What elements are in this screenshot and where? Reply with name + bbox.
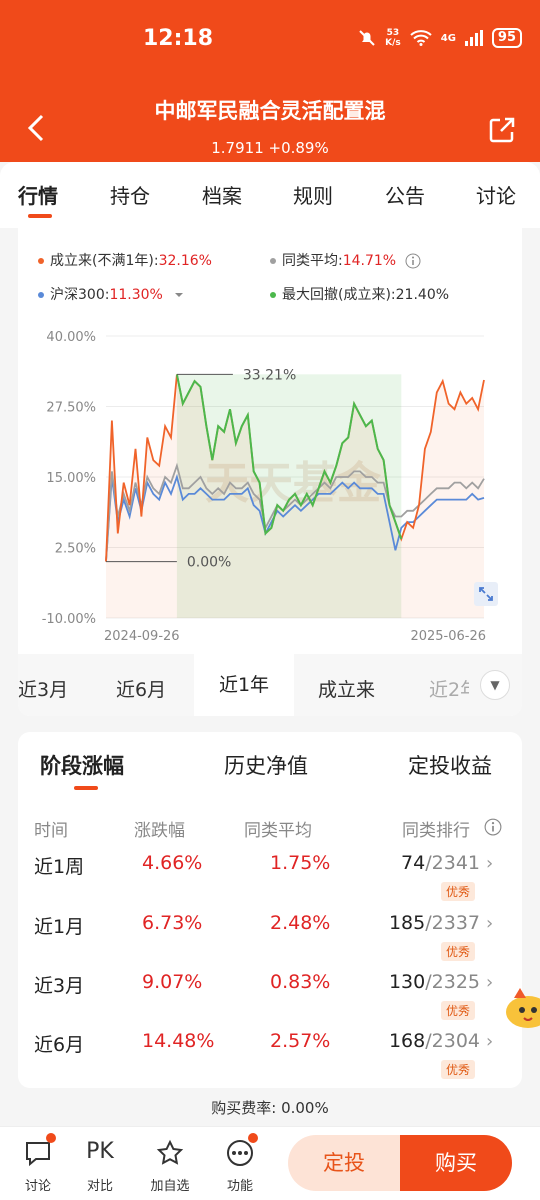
status-icons: 53 K/s 4G 95	[358, 28, 522, 48]
col-rank: 同类排行	[402, 821, 470, 841]
period-1y[interactable]: 近1年	[194, 654, 294, 716]
row-rank: 74/2341	[401, 852, 480, 874]
row-change: 6.73%	[142, 912, 203, 934]
fund-nav: 1.7911 +0.89%	[211, 139, 329, 157]
y-tick-label: 15.00%	[46, 471, 96, 486]
fund-title: 中邮军民融合灵活配置混	[154, 99, 386, 123]
period-6m[interactable]: 近6月	[116, 675, 166, 702]
signal-icon	[464, 30, 483, 46]
chevron-right-icon: ›	[486, 913, 494, 934]
row-average: 1.75%	[270, 852, 331, 874]
add-watchlist-button[interactable]: 加自选	[140, 1127, 200, 1197]
tab-stage-returns[interactable]: 阶段涨幅	[40, 750, 124, 780]
y-tick-label: 2.50%	[55, 542, 96, 557]
row-period: 近6月	[34, 1034, 85, 1056]
tab-notices[interactable]: 公告	[385, 180, 425, 209]
row-period: 近1月	[34, 916, 85, 938]
tab-indicator	[28, 214, 52, 218]
col-average: 同类平均	[244, 821, 312, 841]
star-icon	[156, 1139, 184, 1165]
annotation-max: 33.21%	[243, 367, 296, 383]
comment-icon	[26, 1142, 50, 1167]
mascot-icon[interactable]	[504, 984, 540, 1030]
performance-card: 阶段涨幅 历史净值 定投收益 时间 涨跌幅 同类平均 同类排行 近1周 4.66%…	[18, 732, 522, 1088]
rank-badge: 优秀	[441, 882, 476, 901]
tab-rules[interactable]: 规则	[293, 180, 333, 209]
header: 12:18 53 K/s 4G 95 中邮军民融合灵活配置混 1.7911 +0.…	[0, 0, 540, 162]
info-icon[interactable]	[484, 818, 502, 836]
main-tabs: 行情 持仓 档案 规则 公告 讨论	[0, 162, 540, 228]
rank-badge: 优秀	[441, 942, 476, 961]
notification-dot	[46, 1133, 56, 1143]
row-average: 0.83%	[270, 971, 331, 993]
status-time: 12:18	[143, 26, 214, 51]
compare-button[interactable]: PK 对比	[70, 1127, 130, 1197]
period-selector: 近3月 近6月 近1年 成立来 近2年 ▼	[18, 654, 522, 716]
row-average: 2.57%	[270, 1030, 331, 1052]
rank-badge: 优秀	[441, 1001, 476, 1020]
col-period: 时间	[34, 821, 68, 841]
row-rank: 185/2337	[388, 912, 480, 934]
buy-button[interactable]: 购买	[400, 1135, 512, 1191]
y-tick-label: -10.00%	[42, 612, 96, 627]
perf-tab-indicator	[74, 786, 98, 790]
purchase-fee: 购买费率: 0.00%	[211, 1099, 329, 1117]
mute-bell-icon	[359, 30, 375, 46]
y-tick-label: 40.00%	[46, 330, 96, 345]
annotation-start: 0.00%	[187, 555, 231, 571]
more-periods-chevron-icon[interactable]: ▼	[480, 670, 510, 700]
chevron-right-icon: ›	[486, 853, 494, 874]
period-3m[interactable]: 近3月	[18, 675, 68, 702]
more-dots-icon	[227, 1140, 253, 1166]
network-type: 4G	[440, 32, 456, 44]
row-period: 近1周	[34, 856, 85, 878]
tab-discussion[interactable]: 讨论	[476, 180, 516, 209]
functions-button[interactable]: 功能	[210, 1127, 270, 1197]
bottom-bar: 讨论 PK 对比 加自选 功能 定投 购买	[0, 1126, 540, 1200]
share-icon[interactable]	[488, 116, 516, 144]
pk-label: PK	[86, 1139, 114, 1164]
chevron-right-icon: ›	[486, 972, 494, 993]
row-change: 14.48%	[142, 1030, 215, 1052]
discuss-button[interactable]: 讨论	[8, 1127, 68, 1197]
row-rank: 168/2304	[388, 1030, 480, 1052]
col-change: 涨跌幅	[134, 821, 185, 841]
status-bar: 12:18 53 K/s 4G 95	[0, 0, 540, 80]
row-rank: 130/2325	[388, 971, 480, 993]
x-tick-label: 2024-09-26	[104, 629, 180, 644]
period-2y[interactable]: 近2年	[429, 675, 469, 702]
tab-dingtou-returns[interactable]: 定投收益	[408, 750, 492, 780]
period-since-inception[interactable]: 成立来	[318, 675, 375, 702]
dingtou-button[interactable]: 定投	[288, 1135, 400, 1191]
row-average: 2.48%	[270, 912, 331, 934]
wifi-icon	[410, 30, 432, 46]
performance-chart: 40.00% 27.50% 15.00% 2.50% -10.00% 2024-09-26…	[42, 330, 486, 644]
tab-market[interactable]: 行情	[18, 180, 58, 209]
fullscreen-icon[interactable]	[474, 582, 498, 606]
tab-holdings[interactable]: 持仓	[110, 180, 150, 209]
tab-nav-history[interactable]: 历史净值	[224, 750, 308, 780]
row-change: 9.07%	[142, 971, 203, 993]
row-change: 4.66%	[142, 852, 203, 874]
battery-indicator: 95	[491, 28, 522, 48]
row-period: 近3月	[34, 975, 85, 997]
chart-card: 成立来(不满1年):32.16% 同类平均:14.71% 沪深300:11.30…	[18, 228, 522, 716]
net-speed: 53 K/s	[385, 28, 401, 48]
rank-badge: 优秀	[441, 1060, 476, 1079]
y-tick-label: 27.50%	[46, 401, 96, 416]
chevron-right-icon: ›	[486, 1031, 494, 1052]
tab-profile[interactable]: 档案	[202, 180, 242, 209]
notification-dot	[248, 1133, 258, 1143]
x-tick-label: 2025-06-26	[410, 629, 486, 644]
